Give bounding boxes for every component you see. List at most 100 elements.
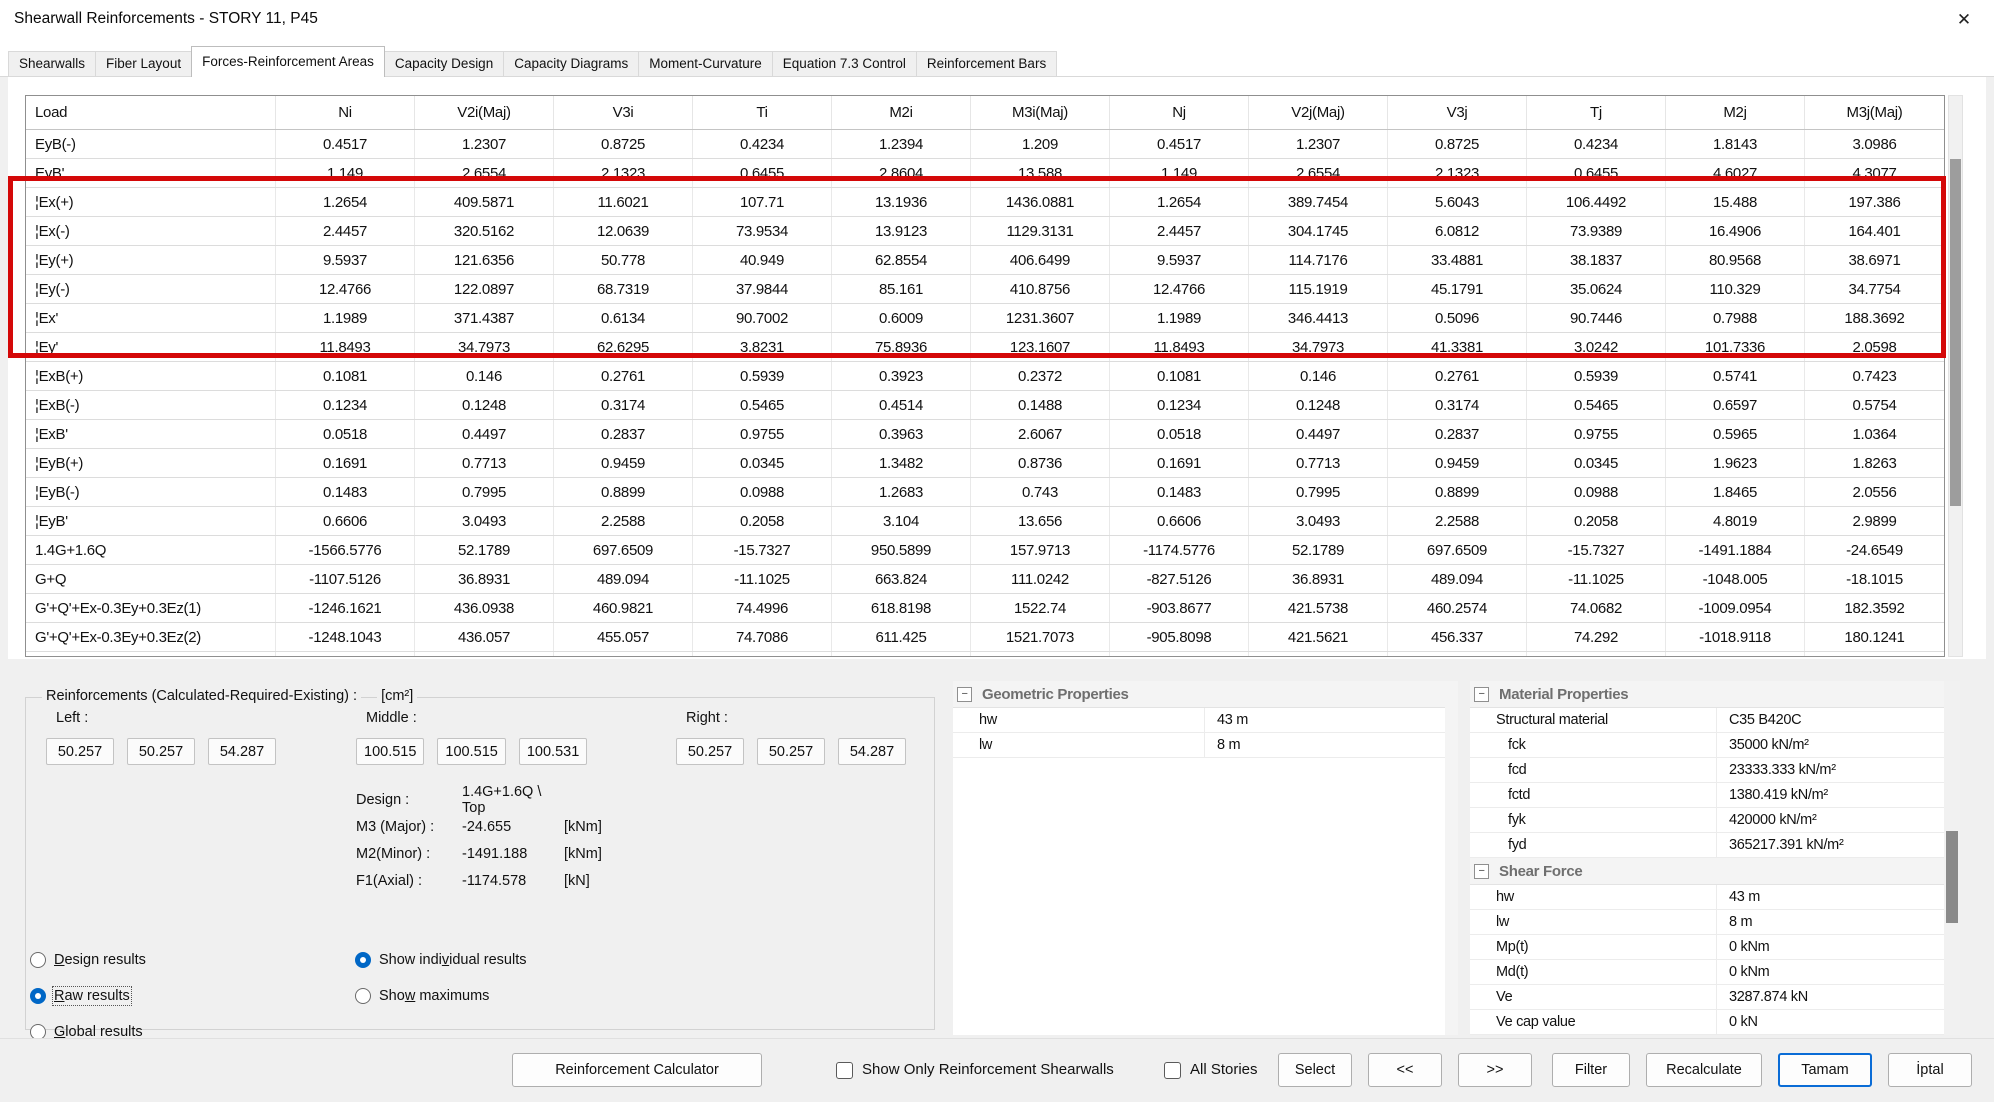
table-row[interactable]: G'+Q'+Ex-0.3Ey+0.3Ez(1)-1246.1621436.093… [26, 594, 1944, 623]
column-header[interactable]: V3i [554, 96, 693, 129]
reinf-middle-label: Middle : [356, 710, 587, 730]
table-row[interactable]: G'+Q'+Ex-0.3Ey+0.3Ez(3)-1247.2535347.694… [26, 652, 1944, 657]
value-cell: 0.8736 [971, 449, 1110, 477]
table-scrollbar-thumb[interactable] [1950, 159, 1961, 506]
reinforcement-value-box[interactable]: 50.257 [127, 738, 195, 765]
value-cell: 455.057 [554, 623, 693, 651]
column-header[interactable]: V3j [1388, 96, 1527, 129]
tab-moment-curvature[interactable]: Moment-Curvature [638, 51, 773, 77]
column-header[interactable]: V2j(Maj) [1249, 96, 1388, 129]
column-header[interactable]: M3j(Maj) [1805, 96, 1944, 129]
all-stories-checkbox[interactable] [1164, 1062, 1181, 1079]
collapse-minus-icon[interactable]: − [957, 687, 972, 702]
reinforcement-value-box[interactable]: 50.257 [676, 738, 744, 765]
property-row: fcd23333.333 kN/m² [1470, 758, 1944, 783]
value-cell: 0.0988 [693, 478, 832, 506]
table-row[interactable]: ¦EyB(-)0.14830.79950.88990.09881.26830.7… [26, 478, 1944, 507]
tab-reinforcement-bars[interactable]: Reinforcement Bars [916, 51, 1057, 77]
table-row[interactable]: EyB(-)0.45171.23070.87250.42341.23941.20… [26, 130, 1944, 159]
tamam-button[interactable]: Tamam [1778, 1053, 1872, 1087]
value-cell: 0.9755 [1527, 420, 1666, 448]
filter-button[interactable]: Filter [1552, 1053, 1630, 1087]
value-cell: 0.146 [415, 362, 554, 390]
properties-scrollbar-thumb[interactable] [1946, 831, 1958, 923]
column-header[interactable]: M2j [1666, 96, 1805, 129]
column-header[interactable]: Tj [1527, 96, 1666, 129]
design-line: M3 (Major) :-24.655[kNm] [356, 813, 602, 840]
reinforcement-value-box[interactable]: 50.257 [757, 738, 825, 765]
tab-fiber-layout[interactable]: Fiber Layout [95, 51, 192, 77]
column-header[interactable]: M2i [832, 96, 971, 129]
radio-design-results[interactable]: Design results [30, 948, 146, 972]
value-cell: 0.1488 [971, 391, 1110, 419]
column-header[interactable]: M3i(Maj) [971, 96, 1110, 129]
tab-shearwalls[interactable]: Shearwalls [8, 51, 96, 77]
value-cell: 0.2761 [1388, 362, 1527, 390]
value-cell: -1246.1621 [276, 594, 415, 622]
column-header[interactable]: Ni [276, 96, 415, 129]
close-icon[interactable]: ✕ [1950, 6, 1978, 34]
radio-raw-results[interactable]: Raw results [30, 984, 146, 1008]
table-row[interactable]: ¦EyB'0.66063.04932.25880.20583.10413.656… [26, 507, 1944, 536]
table-row[interactable]: ¦ExB'0.05180.44970.28370.97550.39632.606… [26, 420, 1944, 449]
value-cell: 13.656 [971, 507, 1110, 535]
recalculate-button[interactable]: Recalculate [1646, 1053, 1762, 1087]
design-line: Design :1.4G+1.6Q \ Top [356, 786, 602, 813]
column-header[interactable]: Ti [693, 96, 832, 129]
previous-button[interactable]: << [1368, 1053, 1442, 1087]
reinforcement-value-box[interactable]: 54.287 [208, 738, 276, 765]
tab-capacity-diagrams[interactable]: Capacity Diagrams [503, 51, 639, 77]
iptal-button[interactable]: İptal [1888, 1053, 1972, 1087]
value-cell: 0.5754 [1805, 391, 1944, 419]
value-cell: -1247.2535 [276, 652, 415, 657]
table-row[interactable]: ¦ExB(-)0.12340.12480.31740.54650.45140.1… [26, 391, 1944, 420]
value-cell: 0.7423 [1805, 362, 1944, 390]
show-only-reinforcement-shearwalls-checkbox[interactable] [836, 1062, 853, 1079]
value-cell: 0.0345 [693, 449, 832, 477]
table-row[interactable]: G+Q-1107.512636.8931489.094-11.1025663.8… [26, 565, 1944, 594]
table-row[interactable]: ¦ExB(+)0.10810.1460.27610.59390.39230.23… [26, 362, 1944, 391]
next-button[interactable]: >> [1458, 1053, 1532, 1087]
radio-icon[interactable] [30, 988, 46, 1004]
value-cell: 0.8725 [1388, 130, 1527, 158]
reinforcement-value-box[interactable]: 100.515 [356, 738, 424, 765]
collapse-minus-icon[interactable]: − [1474, 864, 1489, 879]
tab-forces-reinforcement-areas[interactable]: Forces-Reinforcement Areas [191, 46, 385, 77]
column-header[interactable]: V2i(Maj) [415, 96, 554, 129]
property-key: fyd [1470, 833, 1717, 857]
value-cell: 436.0938 [415, 594, 554, 622]
load-cell: G'+Q'+Ex-0.3Ey+0.3Ez(2) [26, 623, 276, 651]
geometric-properties-header: − Geometric Properties [953, 681, 1445, 708]
reinforcement-calculator-button[interactable]: Reinforcement Calculator [512, 1053, 762, 1087]
table-scrollbar[interactable] [1948, 95, 1963, 657]
value-cell: 1.2307 [1249, 130, 1388, 158]
table-row[interactable]: G'+Q'+Ex-0.3Ey+0.3Ez(2)-1248.1043436.057… [26, 623, 1944, 652]
select-button[interactable]: Select [1278, 1053, 1352, 1087]
tab-equation-7-3-control[interactable]: Equation 7.3 Control [772, 51, 917, 77]
reinforcement-value-box[interactable]: 50.257 [46, 738, 114, 765]
radio-show-maximums[interactable]: Show maximums [355, 984, 527, 1008]
load-cell: 1.4G+1.6Q [26, 536, 276, 564]
radio-show-individual-results[interactable]: Show individual results [355, 948, 527, 972]
table-row[interactable]: ¦EyB(+)0.16910.77130.94590.03451.34820.8… [26, 449, 1944, 478]
collapse-minus-icon[interactable]: − [1474, 687, 1489, 702]
value-cell: 4.8019 [1666, 507, 1805, 535]
geometric-scrollbar[interactable] [1445, 681, 1458, 1035]
table-row[interactable]: 1.4G+1.6Q-1566.577652.1789697.6509-15.73… [26, 536, 1944, 565]
properties-scrollbar[interactable] [1944, 681, 1960, 1035]
value-cell: -18.1015 [1805, 565, 1944, 593]
value-cell: 0.2372 [971, 362, 1110, 390]
reinforcement-value-box[interactable]: 100.515 [437, 738, 505, 765]
radio-icon[interactable] [30, 952, 46, 968]
value-cell: 3.0493 [1249, 507, 1388, 535]
value-cell: 0.4517 [276, 130, 415, 158]
property-row: Ve cap value0 kN [1470, 1010, 1944, 1035]
radio-icon[interactable] [355, 988, 371, 1004]
column-header[interactable]: Nj [1110, 96, 1249, 129]
column-header[interactable]: Load [26, 96, 276, 129]
tab-capacity-design[interactable]: Capacity Design [384, 51, 504, 77]
reinforcement-value-box[interactable]: 100.531 [519, 738, 587, 765]
reinforcement-value-box[interactable]: 54.287 [838, 738, 906, 765]
reinf-right-label: Right : [676, 710, 906, 730]
radio-icon[interactable] [355, 952, 371, 968]
